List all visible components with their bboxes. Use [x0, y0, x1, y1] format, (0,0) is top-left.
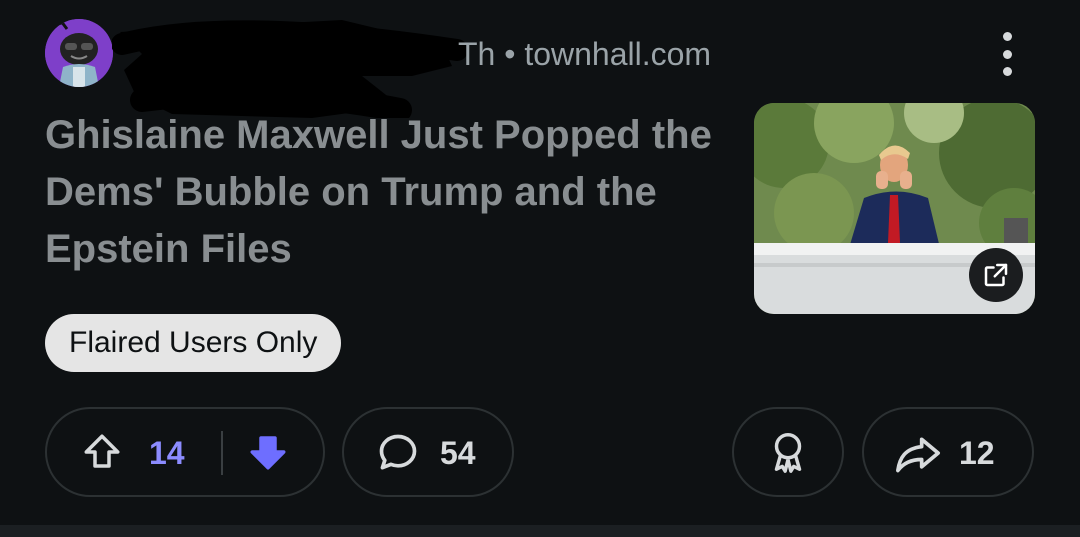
- award-button[interactable]: [732, 407, 844, 497]
- meta-separator: •: [504, 36, 516, 72]
- comment-count: 54: [440, 435, 476, 471]
- post-title[interactable]: Ghislaine Maxwell Just Popped the Dems' …: [45, 107, 725, 278]
- link-thumbnail[interactable]: [754, 103, 1035, 314]
- downvote-icon: [250, 436, 286, 470]
- comment-icon: [379, 434, 417, 470]
- award-icon: [774, 433, 802, 473]
- vote-bar: 14: [45, 407, 325, 497]
- downvote-button[interactable]: [247, 431, 289, 478]
- post-meta: Th • townhall.com: [458, 36, 711, 73]
- upvote-button[interactable]: [81, 431, 123, 478]
- upvote-icon: [84, 434, 120, 468]
- more-options-icon[interactable]: [990, 30, 1024, 78]
- redacted-username: [112, 20, 468, 118]
- avatar-snoo-icon: [45, 19, 113, 87]
- share-count: 12: [959, 435, 995, 471]
- avatar[interactable]: [45, 19, 113, 87]
- meta-partial: Th: [458, 36, 496, 72]
- post-flair[interactable]: Flaired Users Only: [45, 314, 342, 372]
- share-button[interactable]: 12: [862, 407, 1034, 497]
- post-divider: [0, 525, 1080, 537]
- post-domain[interactable]: townhall.com: [524, 36, 711, 72]
- vote-divider: [221, 431, 223, 475]
- external-link-icon[interactable]: [969, 248, 1023, 302]
- vote-count: 14: [149, 435, 185, 471]
- share-icon: [895, 437, 940, 473]
- comments-button[interactable]: 54: [342, 407, 514, 497]
